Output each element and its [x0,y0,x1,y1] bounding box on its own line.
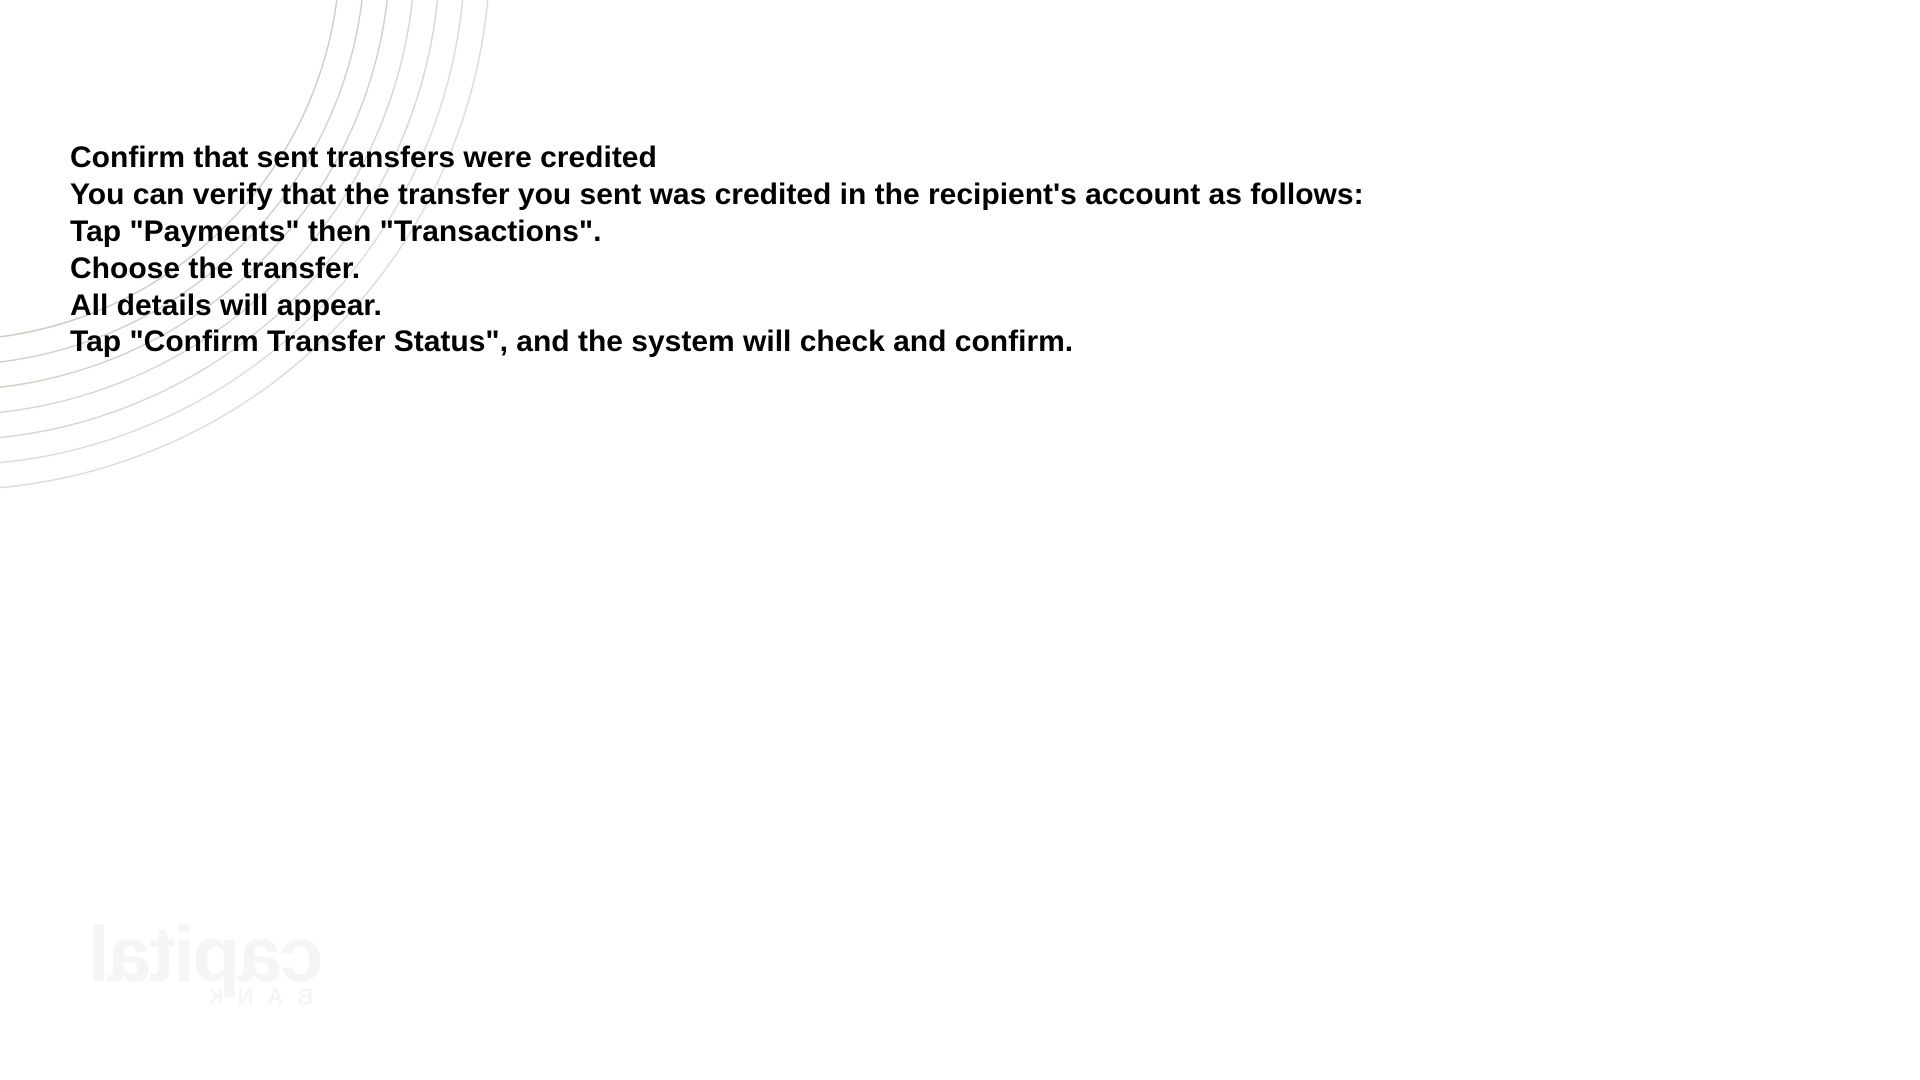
intro-line: You can verify that the transfer you sen… [70,177,1850,214]
step-3: All details will appear. [70,288,1850,325]
step-4: Tap "Confirm Transfer Status", and the s… [70,324,1850,361]
content-block: Confirm that sent transfers were credite… [70,140,1850,361]
watermark-logo: capital BANK [90,919,323,1010]
step-2: Choose the transfer. [70,251,1850,288]
title-line: Confirm that sent transfers were credite… [70,140,1850,177]
watermark-main-text: capital [90,919,323,989]
step-1: Tap "Payments" then "Transactions". [70,214,1850,251]
